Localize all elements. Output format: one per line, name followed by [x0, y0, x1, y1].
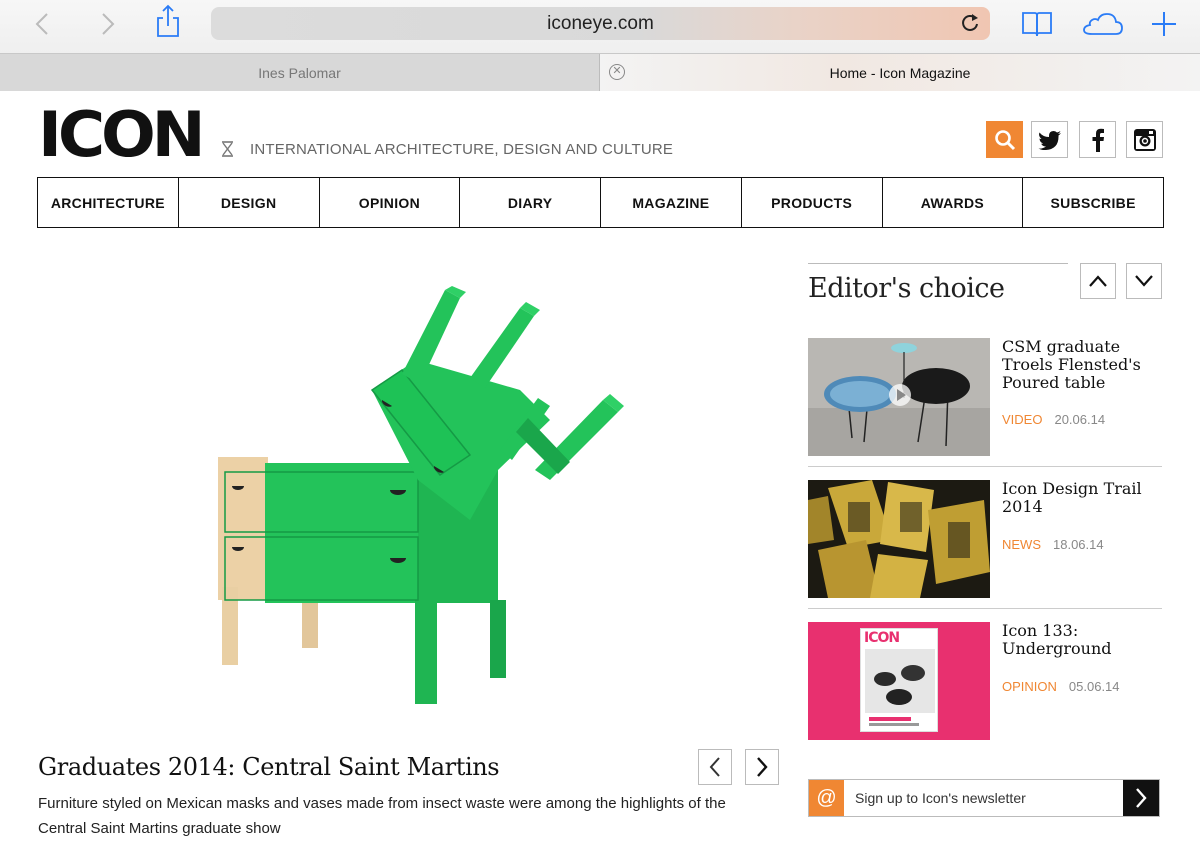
share-icon — [157, 4, 179, 37]
divider — [808, 466, 1162, 467]
forward-button[interactable] — [96, 8, 120, 40]
instagram-icon — [1133, 128, 1156, 151]
site-tagline: INTERNATIONAL ARCHITECTURE, DESIGN AND C… — [250, 141, 674, 158]
reload-icon — [962, 14, 978, 31]
chevron-right-icon — [1136, 788, 1147, 808]
editors-choice-down-button[interactable] — [1126, 263, 1162, 299]
tab-bar: Ines Palomar ✕ Home - Icon Magazine — [0, 53, 1200, 91]
chevron-right-icon — [757, 757, 768, 777]
book-icon — [1022, 12, 1052, 37]
thumbnail-design-trail[interactable] — [808, 480, 990, 598]
thumbnail-poured-tables[interactable] — [808, 338, 990, 456]
nav-products[interactable]: PRODUCTS — [742, 178, 883, 227]
new-tab-button[interactable] — [1150, 8, 1178, 40]
hero-title[interactable]: Graduates 2014: Central Saint Martins — [38, 753, 500, 781]
browser-toolbar: iconeye.com — [0, 0, 1200, 53]
plus-icon — [1152, 12, 1176, 36]
twitter-link[interactable] — [1031, 121, 1068, 158]
editors-choice-headline[interactable]: Icon 133: Underground — [1002, 622, 1172, 658]
hero-next-button[interactable] — [745, 749, 779, 785]
tab-label: Home - Icon Magazine — [829, 65, 971, 81]
design-trail-image — [808, 480, 990, 598]
editors-choice-item[interactable]: Icon Design Trail 2014 NEWS 18.06.14 — [808, 480, 1162, 600]
poured-tables-image — [808, 338, 990, 456]
nav-diary[interactable]: DIARY — [460, 178, 601, 227]
icloud-tabs-button[interactable] — [1082, 8, 1124, 40]
tab-label: Ines Palomar — [258, 65, 341, 81]
search-icon — [994, 129, 1015, 150]
hero-image-green-cabinet[interactable] — [140, 260, 700, 725]
twitter-icon — [1038, 130, 1061, 150]
newsletter-signup: @ — [808, 779, 1160, 817]
divider — [808, 608, 1162, 609]
main-nav: ARCHITECTURE DESIGN OPINION DIARY MAGAZI… — [37, 177, 1164, 228]
chevron-left-icon — [35, 13, 48, 35]
date-label: 05.06.14 — [1068, 679, 1120, 694]
editors-choice-meta: NEWS 18.06.14 — [1002, 537, 1104, 552]
address-bar[interactable]: iconeye.com — [211, 7, 990, 40]
chevron-left-icon — [709, 757, 720, 777]
chevron-down-icon — [1135, 275, 1153, 287]
category-label[interactable]: NEWS — [1002, 537, 1041, 552]
tab-ines-palomar[interactable]: Ines Palomar — [0, 54, 600, 91]
category-label[interactable]: VIDEO — [1002, 412, 1042, 427]
nav-opinion[interactable]: OPINION — [320, 178, 461, 227]
date-label: 18.06.14 — [1053, 537, 1104, 552]
url-text: iconeye.com — [547, 13, 654, 34]
editors-choice-item[interactable]: ICON Icon 133: Underground OPINION 05.06.… — [808, 622, 1162, 742]
category-label[interactable]: OPINION — [1002, 679, 1057, 694]
hero-description: Furniture styled on Mexican masks and va… — [38, 795, 726, 837]
back-button[interactable] — [30, 8, 54, 40]
newsletter-submit-button[interactable] — [1123, 780, 1159, 816]
hero-prev-button[interactable] — [698, 749, 732, 785]
facebook-link[interactable] — [1079, 121, 1116, 158]
chevron-right-icon — [102, 13, 115, 35]
hourglass-icon — [222, 141, 233, 157]
nav-architecture[interactable]: ARCHITECTURE — [38, 178, 179, 227]
editors-choice-headline[interactable]: CSM graduate Troels Flensted's Poured ta… — [1002, 338, 1172, 392]
tab-icon-magazine[interactable]: ✕ Home - Icon Magazine — [600, 54, 1200, 91]
magazine-cover: ICON — [860, 628, 938, 732]
bookmarks-button[interactable] — [1020, 8, 1054, 40]
editors-choice-item[interactable]: CSM graduate Troels Flensted's Poured ta… — [808, 338, 1162, 458]
editors-choice-up-button[interactable] — [1080, 263, 1116, 299]
reload-button[interactable] — [960, 13, 980, 38]
date-label: 20.06.14 — [1054, 412, 1106, 427]
site-logo[interactable]: ICON — [38, 104, 206, 166]
editors-choice-meta: OPINION 05.06.14 — [1002, 679, 1120, 694]
editors-choice-title: Editor's choice — [808, 273, 1005, 304]
nav-subscribe[interactable]: SUBSCRIBE — [1023, 178, 1163, 227]
instagram-link[interactable] — [1126, 121, 1163, 158]
newsletter-email-input[interactable] — [844, 780, 1123, 816]
share-button[interactable] — [154, 4, 182, 37]
editors-choice-headline[interactable]: Icon Design Trail 2014 — [1002, 480, 1172, 516]
section-rule — [808, 263, 1068, 264]
at-sign-icon: @ — [809, 780, 844, 816]
nav-magazine[interactable]: MAGAZINE — [601, 178, 742, 227]
chevron-up-icon — [1089, 275, 1107, 287]
nav-awards[interactable]: AWARDS — [883, 178, 1024, 227]
cloud-icon — [1083, 13, 1123, 35]
thumbnail-icon-133[interactable]: ICON — [808, 622, 990, 740]
search-button[interactable] — [986, 121, 1023, 158]
magazine-cover-art — [865, 649, 935, 726]
facebook-icon — [1092, 128, 1104, 152]
editors-choice-meta: VIDEO 20.06.14 — [1002, 412, 1105, 427]
nav-design[interactable]: DESIGN — [179, 178, 320, 227]
